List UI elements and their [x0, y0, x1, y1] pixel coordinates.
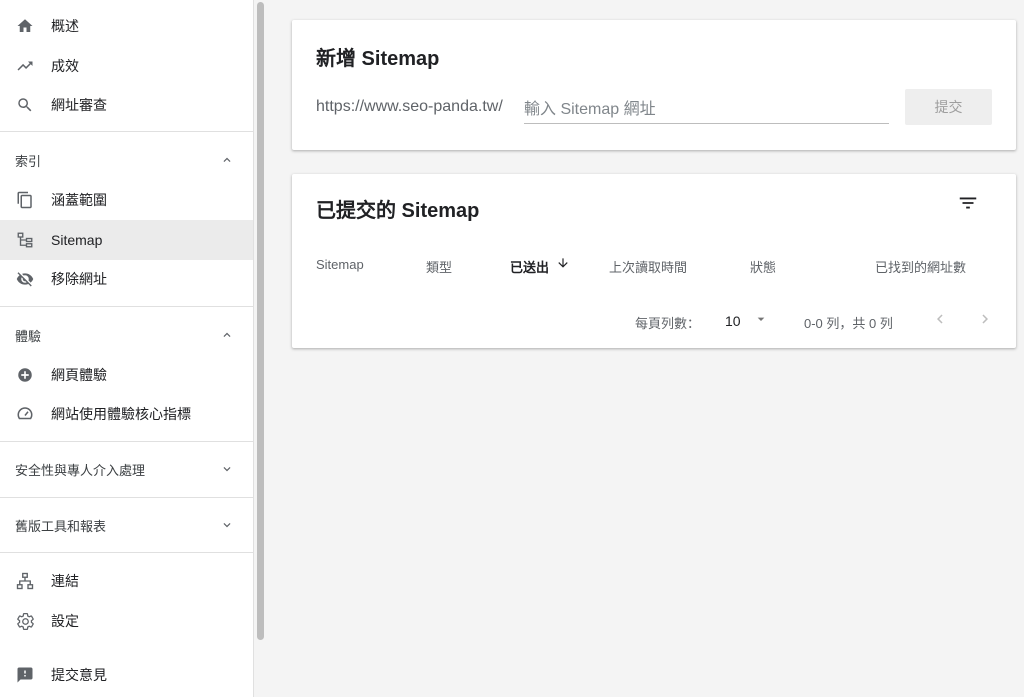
section-header-index[interactable]: 索引	[0, 140, 253, 180]
feedback-icon	[15, 665, 35, 685]
column-header-urls-found[interactable]: 已找到的網址數	[875, 257, 966, 276]
nav-label: 網頁體驗	[51, 367, 107, 383]
column-header-sitemap[interactable]: Sitemap	[316, 257, 364, 272]
gear-icon	[15, 611, 35, 631]
divider	[0, 497, 253, 498]
rows-per-page-value[interactable]: 10	[725, 313, 741, 329]
chevron-left-icon[interactable]	[930, 309, 950, 329]
section-label: 索引	[15, 153, 42, 169]
nav-label: 網址審查	[51, 97, 107, 113]
nav-item-url-inspection[interactable]: 網址審查	[0, 85, 253, 125]
column-header-submitted[interactable]: 已送出	[510, 257, 549, 276]
arrow-down-icon[interactable]	[555, 255, 571, 271]
divider	[0, 552, 253, 553]
sidebar: 概述 成效 網址審查 索引 涵蓋範圍 Sitemap 移除網址 體驗 網頁體驗 …	[0, 0, 254, 697]
nav-label: 提交意見	[51, 667, 107, 683]
nav-label: 設定	[51, 613, 79, 629]
section-label: 安全性與專人介入處理	[15, 462, 146, 478]
nav-item-links[interactable]: 連結	[0, 561, 253, 601]
nav-label: 成效	[51, 58, 79, 74]
plus-circle-icon	[15, 365, 35, 385]
section-header-experience[interactable]: 體驗	[0, 315, 253, 355]
filter-icon[interactable]	[956, 191, 980, 215]
divider	[0, 131, 253, 132]
nav-label: 連結	[51, 573, 79, 589]
nav-item-core-web-vitals[interactable]: 網站使用體驗核心指標	[0, 394, 253, 434]
add-sitemap-title: 新增 Sitemap	[316, 48, 440, 70]
nav-label: 概述	[51, 18, 79, 34]
link-network-icon	[15, 571, 35, 591]
sitemap-url-input[interactable]	[524, 96, 889, 124]
submitted-sitemaps-card: 已提交的 Sitemap Sitemap 類型 已送出 上次讀取時間 狀態 已找…	[292, 174, 1016, 348]
home-icon	[15, 16, 35, 36]
section-header-security[interactable]: 安全性與專人介入處理	[0, 449, 253, 489]
nav-item-removals[interactable]: 移除網址	[0, 259, 253, 299]
nav-item-sitemap[interactable]: Sitemap	[0, 220, 253, 260]
chevron-right-icon[interactable]	[975, 309, 995, 329]
nav-label: 涵蓋範圍	[51, 192, 107, 208]
divider	[0, 441, 253, 442]
column-header-last-read[interactable]: 上次讀取時間	[609, 257, 687, 276]
section-label: 舊版工具和報表	[15, 518, 107, 534]
nav-label: 移除網址	[51, 271, 107, 287]
nav-item-performance[interactable]: 成效	[0, 46, 253, 86]
chevron-down-icon	[219, 461, 235, 477]
chevron-down-icon	[219, 517, 235, 533]
rows-per-page-label: 每頁列數：	[635, 316, 701, 331]
submit-button[interactable]: 提交	[905, 89, 992, 125]
nav-item-feedback[interactable]: 提交意見	[0, 655, 253, 695]
dropdown-arrow-icon[interactable]	[752, 310, 770, 328]
url-prefix: https://www.seo-panda.tw/	[316, 98, 503, 115]
sitemap-icon	[15, 230, 35, 250]
eye-off-icon	[15, 269, 35, 289]
section-header-legacy[interactable]: 舊版工具和報表	[0, 505, 253, 545]
pagination-range: 0-0 列，共 0 列	[804, 316, 893, 331]
search-icon	[15, 95, 35, 115]
trending-up-icon	[15, 56, 35, 76]
add-sitemap-card: 新增 Sitemap https://www.seo-panda.tw/ 提交	[292, 20, 1016, 150]
nav-label: Sitemap	[51, 232, 103, 248]
divider	[0, 306, 253, 307]
chevron-up-icon	[219, 327, 235, 343]
nav-item-coverage[interactable]: 涵蓋範圍	[0, 180, 253, 220]
nav-item-page-experience[interactable]: 網頁體驗	[0, 355, 253, 395]
nav-label: 網站使用體驗核心指標	[51, 406, 191, 422]
column-header-status[interactable]: 狀態	[750, 257, 776, 276]
chevron-up-icon	[219, 152, 235, 168]
nav-item-settings[interactable]: 設定	[0, 601, 253, 641]
copy-icon	[15, 190, 35, 210]
speedometer-icon	[15, 404, 35, 424]
section-label: 體驗	[15, 328, 42, 344]
column-header-type[interactable]: 類型	[426, 257, 452, 276]
sidebar-scrollbar-thumb[interactable]	[257, 2, 264, 640]
nav-item-overview[interactable]: 概述	[0, 6, 253, 46]
submitted-sitemaps-title: 已提交的 Sitemap	[316, 200, 480, 222]
